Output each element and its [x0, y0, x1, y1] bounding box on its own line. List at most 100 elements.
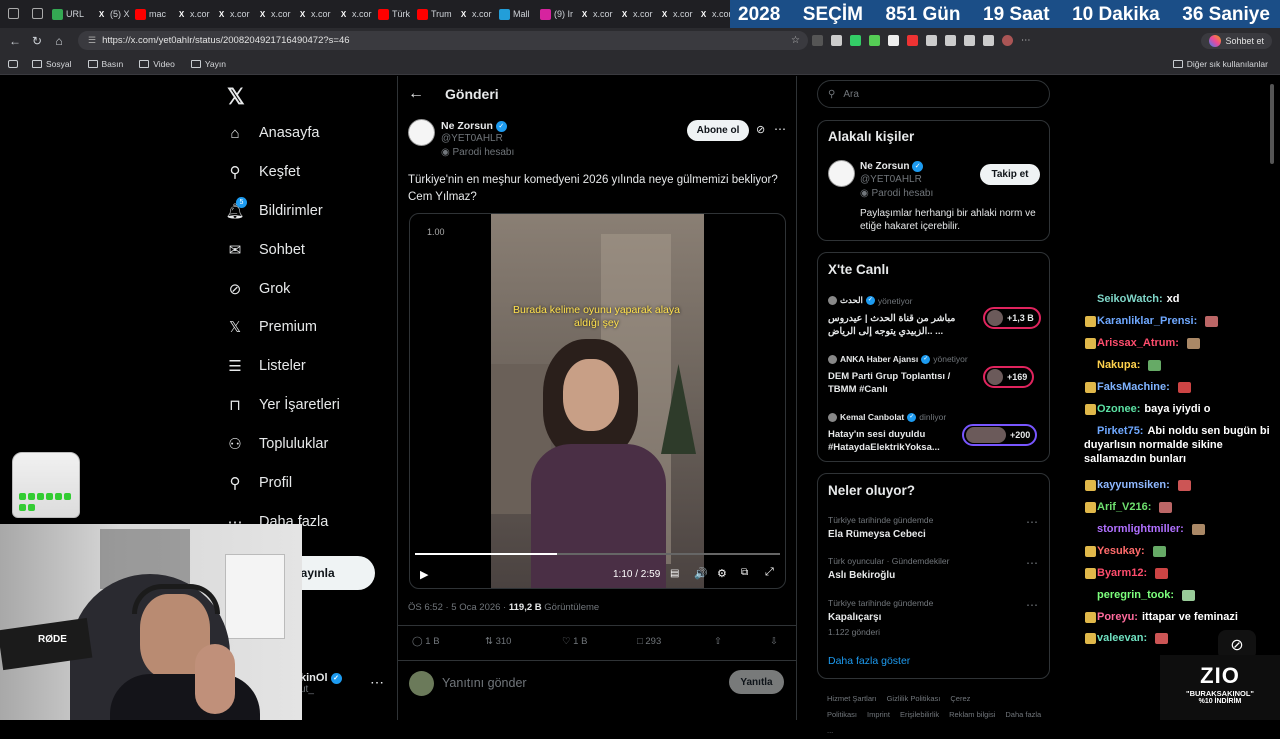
footer-link[interactable]: Reklam bilgisi — [949, 710, 995, 719]
download-icon[interactable]: ⇩ — [770, 636, 778, 647]
like-stat[interactable]: ♡ 1 B — [562, 636, 587, 647]
live-item[interactable]: ANKA Haber Ajansı ✓ yönetiyor DEM Parti Gru… — [828, 354, 1043, 406]
browser-tab[interactable]: URL — [52, 4, 90, 24]
footer-link[interactable]: Imprint — [867, 710, 890, 719]
browser-tab[interactable]: mac — [135, 4, 173, 24]
url-input[interactable]: ☰ https://x.com/yet0ahlr/status/20082049… — [78, 31, 808, 50]
related-user[interactable]: Ne Zorsun ✓ @YET0AHLR ◉ Parodi hesabı — [860, 161, 933, 199]
nav-item-person[interactable]: ⚲ Profil — [225, 473, 293, 493]
browser-tab[interactable]: Xx.cor — [619, 4, 657, 24]
trend-item[interactable]: Türkiye tarihinde gündemde Kapalıçarşı 1.1… — [828, 598, 1043, 637]
footer-link[interactable]: Hizmet Şartları — [827, 694, 877, 703]
more-options-icon[interactable]: ⋯ — [774, 122, 787, 136]
play-icon[interactable]: ▶ — [420, 568, 428, 581]
reading-list-icon[interactable] — [8, 59, 18, 68]
extension-icon[interactable] — [964, 35, 975, 46]
site-info-icon[interactable]: ☰ — [88, 35, 96, 46]
favorite-star-icon[interactable]: ☆ — [791, 35, 800, 46]
related-avatar[interactable] — [828, 160, 855, 187]
back-icon[interactable]: ← — [4, 34, 26, 48]
fullscreen-icon[interactable]: ⤢ — [765, 566, 774, 579]
volume-icon[interactable]: 🔊 — [694, 567, 708, 580]
account-more-icon[interactable]: ⋯ — [370, 674, 384, 691]
post-button[interactable]: yayınla — [290, 556, 375, 590]
browser-tab[interactable]: Mall — [499, 4, 537, 24]
video-player[interactable]: Burada kelime oyunu yaparak alaya aldığı… — [409, 213, 786, 589]
nav-item-home[interactable]: ⌂ Anasayfa — [225, 123, 319, 143]
captions-icon[interactable]: ▤ — [670, 568, 679, 579]
follow-button[interactable]: Takip et — [980, 164, 1040, 185]
nav-item-list[interactable]: ☰ Listeler — [225, 356, 305, 376]
copilot-chat-button[interactable]: Sohbet et — [1201, 32, 1272, 49]
search-input[interactable]: ⚲ Ara — [817, 80, 1050, 108]
live-item[interactable]: Kemal Canbolat ✓ dinliyor Hatay'ın sesi duy… — [828, 412, 1043, 464]
extension-icon[interactable] — [850, 35, 861, 46]
nav-item-bookmark[interactable]: ⊓ Yer İşaretleri — [225, 395, 340, 415]
other-bookmarks[interactable]: Diğer sık kullanılanlar — [1172, 59, 1268, 69]
browser-tab[interactable]: Trum — [417, 4, 455, 24]
browser-tab[interactable]: Xx.cor — [659, 4, 697, 24]
browser-tab[interactable]: Türk — [378, 4, 416, 24]
browser-tab[interactable]: Xx.cor — [458, 4, 496, 24]
author-name[interactable]: Ne Zorsun — [441, 120, 493, 132]
pip-icon[interactable]: ⧉ — [741, 567, 748, 578]
browser-tab[interactable]: Xx.cor — [338, 4, 376, 24]
footer-link[interactable]: Erişilebilirlik — [900, 710, 939, 719]
extension-icon[interactable] — [945, 35, 956, 46]
bookmark-folder[interactable]: Yayın — [190, 59, 226, 69]
reply-stat[interactable]: ◯ 1 B — [412, 636, 440, 647]
bookmark-folder[interactable]: Sosyal — [32, 59, 72, 69]
back-arrow-icon[interactable]: ← — [408, 85, 424, 103]
avatar[interactable] — [1002, 35, 1013, 46]
reply-button[interactable]: Yanıtla — [729, 670, 784, 694]
profile-icon[interactable] — [8, 8, 19, 19]
post-timestamp[interactable]: ÖS 6:52 · 5 Oca 2026 · — [408, 602, 506, 613]
tab-actions-icon[interactable] — [32, 8, 43, 19]
author-avatar[interactable] — [408, 119, 435, 146]
live-item[interactable]: الحدث ✓ yönetiyor مباشر من قناة الحدث | عيد… — [828, 295, 1043, 347]
bookmark-folder[interactable]: Video — [139, 59, 175, 69]
extension-icon[interactable] — [907, 35, 918, 46]
nav-item-search[interactable]: ⚲ Keşfet — [225, 162, 301, 182]
browser-tab[interactable]: Xx.cor — [257, 4, 295, 24]
extension-icon[interactable] — [831, 35, 842, 46]
trend-item[interactable]: Türkiye tarihinde gündemde Ela Rümeysa Ce… — [828, 515, 1043, 540]
author-handle[interactable]: @YET0AHLR — [441, 133, 514, 144]
show-more-link[interactable]: Daha fazla göster — [828, 655, 910, 667]
browser-tab[interactable]: X (5) X — [96, 4, 134, 24]
repost-stat[interactable]: ⇅ 310 — [485, 636, 511, 647]
nav-item-mail[interactable]: ✉ Sohbet — [225, 240, 305, 260]
nav-item-x-premium[interactable]: 𝕏 Premium — [225, 317, 317, 337]
nav-item-bell[interactable]: 🔔︎ 5 Bildirimler — [225, 197, 323, 221]
account-switcher[interactable]: kinOl ✓ ut_ — [300, 672, 342, 695]
trend-more-icon[interactable]: ⋯ — [1026, 598, 1039, 612]
browser-tab[interactable]: Xx.cor — [297, 4, 335, 24]
video-progress-track[interactable] — [415, 553, 780, 555]
extension-icon[interactable] — [869, 35, 880, 46]
browser-tab[interactable]: Xx.cor — [579, 4, 617, 24]
x-logo-icon[interactable]: 𝕏 — [227, 84, 245, 110]
extension-icon[interactable] — [812, 35, 823, 46]
extension-icon[interactable] — [926, 35, 937, 46]
subscribe-button[interactable]: Abone ol — [687, 120, 749, 141]
nav-item-people[interactable]: ⚇ Topluluklar — [225, 434, 328, 454]
bookmark-folder[interactable]: Basın — [87, 59, 123, 69]
grok-icon[interactable]: ⊘ — [756, 123, 765, 136]
trend-more-icon[interactable]: ⋯ — [1026, 556, 1039, 570]
settings-gear-icon[interactable]: ⚙ — [717, 567, 727, 580]
nav-item-grok[interactable]: ⊘ Grok — [225, 279, 291, 299]
video-speed[interactable]: 1.00 — [427, 227, 445, 237]
trend-more-icon[interactable]: ⋯ — [1026, 515, 1039, 529]
footer-link[interactable]: Gizlilik Politikası — [887, 694, 941, 703]
bookmark-stat[interactable]: □ 293 — [637, 636, 661, 647]
scrollbar-thumb[interactable] — [1270, 84, 1274, 164]
extension-icon[interactable] — [888, 35, 899, 46]
browser-tab[interactable]: Xx.cor — [216, 4, 254, 24]
browser-tab[interactable]: Xx.cor — [176, 4, 214, 24]
home-browser-icon[interactable]: ⌂ — [48, 34, 70, 48]
menu-dots-icon[interactable]: ⋯ — [1021, 35, 1031, 46]
browser-tab[interactable]: (9) Ir — [540, 4, 578, 24]
reply-input[interactable]: Yanıtını gönder — [442, 676, 527, 690]
extension-icon[interactable] — [983, 35, 994, 46]
trend-item[interactable]: Türk oyuncular · Gündemdekiler Aslı Bekir… — [828, 556, 1043, 581]
